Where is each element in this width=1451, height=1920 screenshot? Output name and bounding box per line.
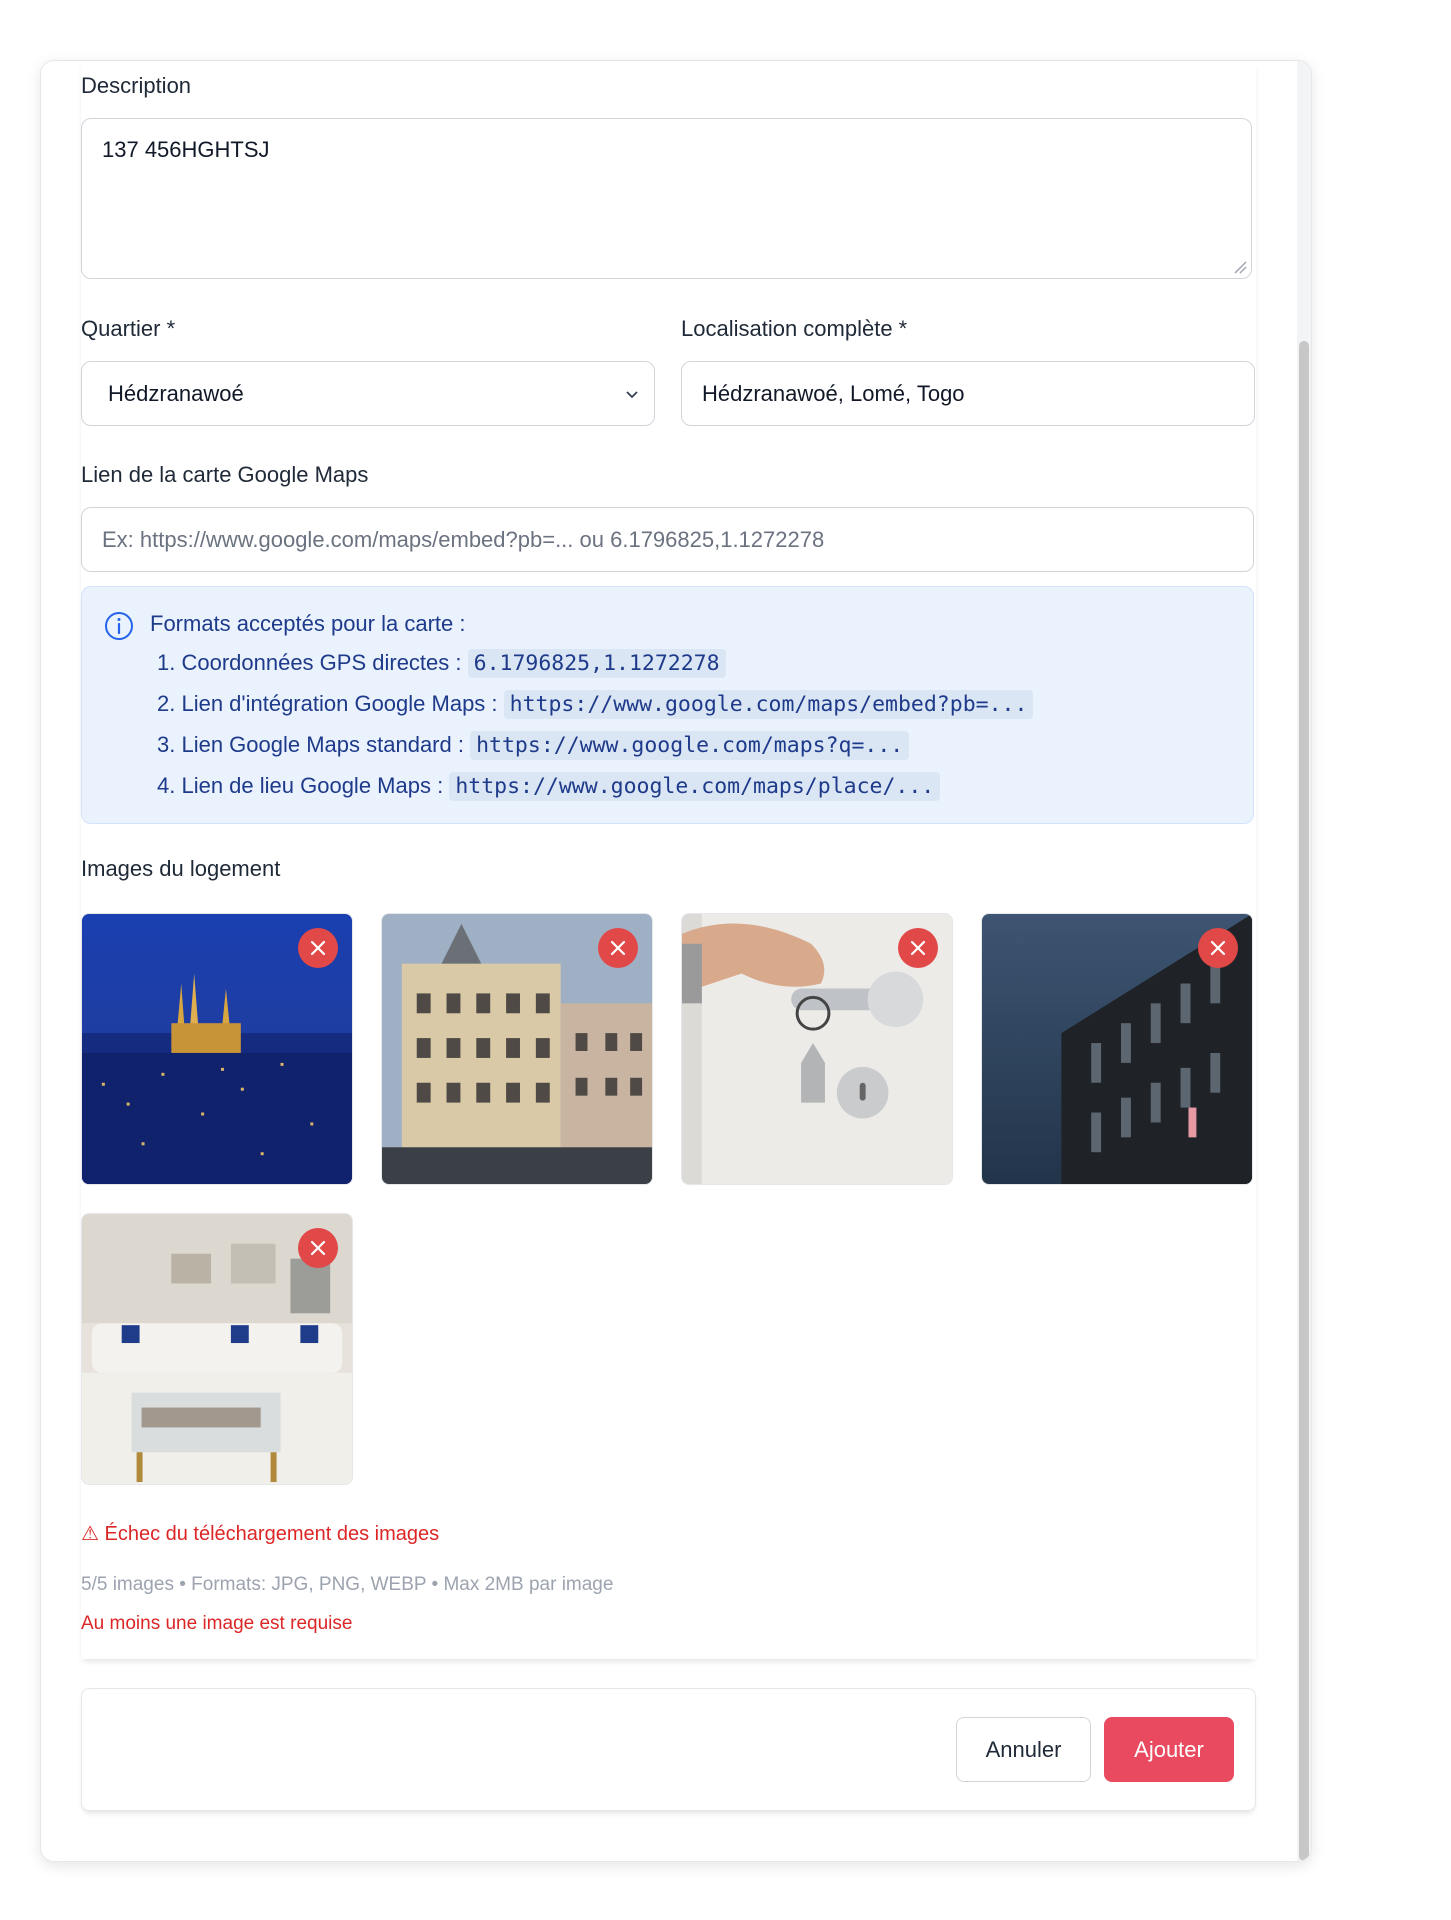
resize-grip-icon[interactable] xyxy=(1233,260,1247,274)
format-item-text: 4. Lien de lieu Google Maps : xyxy=(157,773,444,798)
modal-footer: Annuler Ajouter xyxy=(81,1688,1256,1811)
close-icon xyxy=(610,940,626,956)
quartier-label: Quartier * xyxy=(81,316,176,341)
chevron-down-icon xyxy=(626,391,638,399)
localisation-value: Hédzranawoé, Lomé, Togo xyxy=(702,380,965,406)
close-icon xyxy=(910,940,926,956)
add-button[interactable]: Ajouter xyxy=(1104,1717,1234,1782)
quartier-select[interactable]: Hédzranawoé xyxy=(81,361,655,426)
format-item: 3. Lien Google Maps standard : https://w… xyxy=(157,731,910,760)
modal: Description 137 456HGHTSJ Quartier * Héd… xyxy=(40,60,1312,1862)
cancel-button[interactable]: Annuler xyxy=(956,1717,1091,1782)
format-item: 1. Coordonnées GPS directes : 6.1796825,… xyxy=(157,649,726,678)
remove-image-button[interactable] xyxy=(298,928,338,968)
close-icon xyxy=(310,1240,326,1256)
scrollbar-thumb[interactable] xyxy=(1299,341,1309,1861)
localisation-input[interactable]: Hédzranawoé, Lomé, Togo xyxy=(681,361,1255,426)
remove-image-button[interactable] xyxy=(298,1228,338,1268)
remove-image-button[interactable] xyxy=(898,928,938,968)
form-card: Description 137 456HGHTSJ Quartier * Héd… xyxy=(81,61,1256,1659)
validation-error-message: Au moins une image est requise xyxy=(81,1613,353,1634)
images-label: Images du logement xyxy=(81,856,281,881)
format-item: 2. Lien d'intégration Google Maps : http… xyxy=(157,690,1034,719)
formats-info-title: Formats acceptés pour la carte : xyxy=(150,611,466,636)
maps-link-label: Lien de la carte Google Maps xyxy=(81,462,369,487)
description-value: 137 456HGHTSJ xyxy=(102,137,270,162)
info-icon xyxy=(105,612,133,640)
remove-image-button[interactable] xyxy=(1198,928,1238,968)
image-thumbnail[interactable] xyxy=(981,913,1253,1185)
format-item-code: https://www.google.com/maps?q=... xyxy=(470,731,910,760)
format-item-code: https://www.google.com/maps/embed?pb=... xyxy=(503,690,1034,719)
formats-info-box: Formats acceptés pour la carte : 1. Coor… xyxy=(81,586,1254,824)
upload-error-message: ⚠ Échec du téléchargement des images xyxy=(81,1523,440,1545)
format-item-code: https://www.google.com/maps/place/... xyxy=(449,772,941,801)
localisation-label: Localisation complète * xyxy=(681,316,908,341)
upload-hint: 5/5 images • Formats: JPG, PNG, WEBP • M… xyxy=(81,1574,614,1595)
image-thumbnail[interactable] xyxy=(81,1213,353,1485)
quartier-selected-value: Hédzranawoé xyxy=(108,380,244,406)
format-item-code: 6.1796825,1.1272278 xyxy=(467,649,726,678)
scrollbar-track[interactable] xyxy=(1297,61,1311,1861)
format-item-text: 1. Coordonnées GPS directes : xyxy=(157,650,462,675)
close-icon xyxy=(310,940,326,956)
close-icon xyxy=(1210,940,1226,956)
image-thumbnail[interactable] xyxy=(81,913,353,1185)
maps-link-placeholder: Ex: https://www.google.com/maps/embed?pb… xyxy=(102,526,825,552)
image-thumbnail[interactable] xyxy=(681,913,953,1185)
description-textarea[interactable]: 137 456HGHTSJ xyxy=(81,118,1252,279)
format-item: 4. Lien de lieu Google Maps : https://ww… xyxy=(157,772,941,801)
format-item-text: 2. Lien d'intégration Google Maps : xyxy=(157,691,498,716)
image-thumbnail[interactable] xyxy=(381,913,653,1185)
format-item-text: 3. Lien Google Maps standard : xyxy=(157,732,464,757)
description-label: Description xyxy=(81,73,192,98)
remove-image-button[interactable] xyxy=(598,928,638,968)
maps-link-input[interactable]: Ex: https://www.google.com/maps/embed?pb… xyxy=(81,507,1254,572)
